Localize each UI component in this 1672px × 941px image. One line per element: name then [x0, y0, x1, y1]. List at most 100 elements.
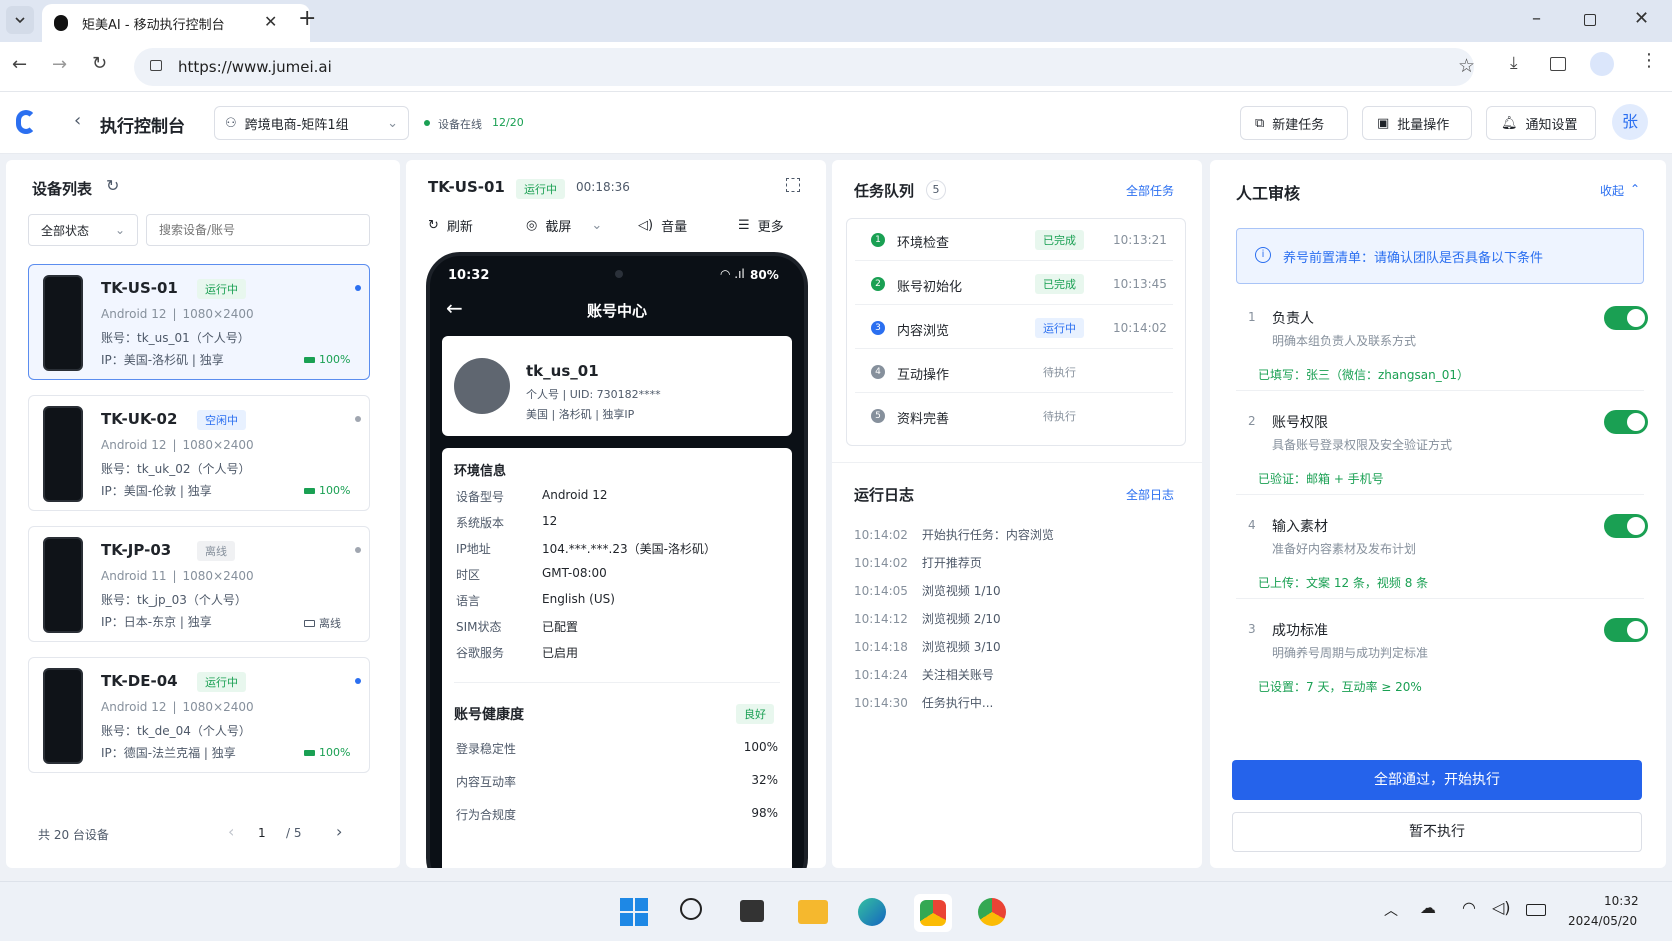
offline-battery-icon: [304, 619, 315, 627]
device-os: Android 12: [101, 700, 167, 714]
address-bar[interactable]: https://www.jumei.ai ☆: [134, 48, 1475, 86]
device-card[interactable]: TK-DE-04 运行中 Android 12 | 1080×2400 账号：tk_…: [28, 657, 370, 773]
prev-page-icon[interactable]: ‹: [228, 822, 234, 841]
network-icon[interactable]: ☁: [1420, 898, 1436, 917]
reload-icon[interactable]: ↻: [92, 53, 107, 74]
item-toggle[interactable]: [1604, 306, 1648, 330]
chrome-icon[interactable]: [978, 898, 1006, 926]
task-view-icon[interactable]: [740, 900, 764, 922]
env-key: 时区: [456, 568, 481, 582]
forward-icon[interactable]: →: [52, 54, 67, 75]
device-search-input[interactable]: [146, 214, 370, 246]
browser-tabstrip: 矩美AI - 移动执行控制台 ✕ + – ✕: [0, 0, 1672, 42]
collapse-button[interactable]: 收起 ⌃: [1600, 182, 1640, 199]
minimize-icon[interactable]: –: [1532, 8, 1541, 29]
item-number: 3: [1248, 622, 1256, 636]
status-filter[interactable]: 全部状态 ⌄: [28, 214, 138, 246]
refresh-icon[interactable]: ↻: [106, 176, 119, 195]
task-row[interactable]: 1 环境检查 已完成 10:13:21: [855, 219, 1173, 261]
refresh-button[interactable]: ↻ 刷新: [428, 216, 473, 235]
log-row: 10:14:02 开始执行任务：内容浏览: [854, 526, 1054, 543]
manual-review-panel: 人工审核 收起 ⌃ i 养号前置清单：请确认团队是否具备以下条件 1 负责人 明确…: [1210, 160, 1666, 868]
device-resolution: 1080×2400: [182, 700, 254, 714]
sidepanel-icon[interactable]: [1550, 57, 1566, 71]
profile-line2: 美国 | 洛杉矶 | 独享IP: [526, 408, 635, 421]
divider: [454, 682, 780, 683]
next-page-icon[interactable]: ›: [336, 822, 342, 841]
battery-icon: [304, 356, 315, 363]
log-row: 10:14:12 浏览视频 2/10: [854, 610, 1001, 627]
log-message: 开始执行任务：内容浏览: [921, 528, 1054, 542]
task-row[interactable]: 3 内容浏览 运行中 10:14:02: [855, 307, 1173, 349]
volume-button[interactable]: ◁) 音量: [638, 216, 687, 235]
chevron-down-icon: ⌄: [591, 218, 603, 233]
env-value: GMT-08:00: [542, 566, 607, 580]
file-explorer-icon[interactable]: [798, 900, 828, 924]
app-taskbar-icon[interactable]: [914, 894, 952, 932]
capture-button[interactable]: ◎ 截屏 ⌄: [526, 216, 602, 235]
all-logs-link[interactable]: 全部日志: [1126, 486, 1174, 503]
device-card[interactable]: TK-US-01 运行中 Android 12 | 1080×2400 账号：tk_…: [28, 264, 370, 380]
task-row[interactable]: 2 账号初始化 已完成 10:13:45: [855, 263, 1173, 305]
task-row[interactable]: 5 资料完善 待执行: [855, 395, 1173, 437]
device-card[interactable]: TK-JP-03 离线 Android 11 | 1080×2400 账号：tk_j…: [28, 526, 370, 642]
health-value: 98%: [751, 806, 778, 820]
tray-chevron-up-icon[interactable]: ︿: [1384, 900, 1398, 920]
item-number: 2: [1248, 414, 1256, 428]
tab-list-dropdown-icon[interactable]: [6, 6, 34, 34]
new-task-button[interactable]: ⧉ 新建任务: [1240, 106, 1348, 140]
bookmark-star-icon[interactable]: ☆: [1458, 55, 1475, 77]
env-key: SIM状态: [456, 620, 502, 634]
review-title: 人工审核: [1236, 184, 1301, 203]
elapsed-time: 00:18:36: [576, 180, 630, 194]
info-icon: i: [1255, 247, 1271, 263]
defer-button[interactable]: 暂不执行: [1232, 812, 1642, 852]
os-taskbar: ︿ ☁ ◠ ◁) 10:32 2024/05/20: [0, 881, 1672, 941]
battery-icon[interactable]: [1526, 904, 1546, 916]
back-icon[interactable]: ←: [12, 54, 27, 75]
task-queue-panel: 任务队列 5 全部任务 1 环境检查 已完成 10:13:21 2 账号初始化 …: [832, 160, 1202, 868]
edge-icon[interactable]: [858, 898, 886, 926]
task-row[interactable]: 4 互动操作 待执行: [855, 351, 1173, 393]
avatar[interactable]: 张: [1612, 104, 1648, 140]
batch-button[interactable]: ▣ 批量操作: [1362, 106, 1472, 140]
profile-card: tk_us_01 个人号 | UID: 730182**** 美国 | 洛杉矶 …: [442, 336, 792, 436]
download-icon[interactable]: ⤓: [1510, 53, 1518, 73]
speaker-icon[interactable]: ◁): [1492, 898, 1511, 917]
browser-menu-icon[interactable]: ⋮: [1640, 50, 1658, 71]
notify-button[interactable]: 🔔︎ 通知设置: [1486, 106, 1596, 140]
team-select[interactable]: ⚇ 跨境电商-矩阵1组 ⌄: [214, 106, 409, 140]
app-logo: [16, 110, 36, 134]
new-tab-icon[interactable]: +: [298, 6, 316, 31]
env-value: 12: [542, 514, 558, 528]
close-tab-icon[interactable]: ✕: [264, 12, 277, 31]
restore-icon[interactable]: [1584, 14, 1596, 26]
fullscreen-icon[interactable]: [786, 178, 800, 192]
browser-tab[interactable]: 矩美AI - 移动执行控制台 ✕: [42, 4, 310, 42]
log-message: 关注相关账号: [921, 668, 994, 682]
task-time: 10:13:21: [1113, 233, 1167, 247]
start-icon[interactable]: [620, 898, 648, 926]
health-title: 账号健康度: [454, 707, 524, 723]
log-time: 10:14:02: [854, 556, 908, 570]
item-toggle[interactable]: [1604, 514, 1648, 538]
wifi-icon[interactable]: ◠: [1462, 898, 1476, 917]
online-dot: [424, 120, 430, 126]
health-key: 登录稳定性: [456, 742, 517, 756]
task-status: 已完成: [1035, 274, 1084, 294]
device-card[interactable]: TK-UK-02 空闲中 Android 12 | 1080×2400 账号：tk_…: [28, 395, 370, 511]
close-window-icon[interactable]: ✕: [1634, 8, 1649, 29]
search-icon[interactable]: [680, 898, 702, 920]
item-toggle[interactable]: [1604, 410, 1648, 434]
section-divider: [832, 462, 1202, 463]
page-number[interactable]: 1: [258, 826, 266, 840]
approve-all-button[interactable]: 全部通过，开始执行: [1232, 760, 1642, 800]
divider: [1236, 494, 1644, 495]
item-desc: 具备账号登录权限及安全验证方式: [1272, 438, 1453, 452]
item-toggle[interactable]: [1604, 618, 1648, 642]
more-button[interactable]: ☰ 更多: [738, 216, 784, 235]
device-resolution: 1080×2400: [182, 569, 254, 583]
all-tasks-link[interactable]: 全部任务: [1126, 182, 1174, 199]
extension-icon[interactable]: [1590, 52, 1614, 76]
back-chevron-icon[interactable]: ‹: [74, 110, 81, 131]
